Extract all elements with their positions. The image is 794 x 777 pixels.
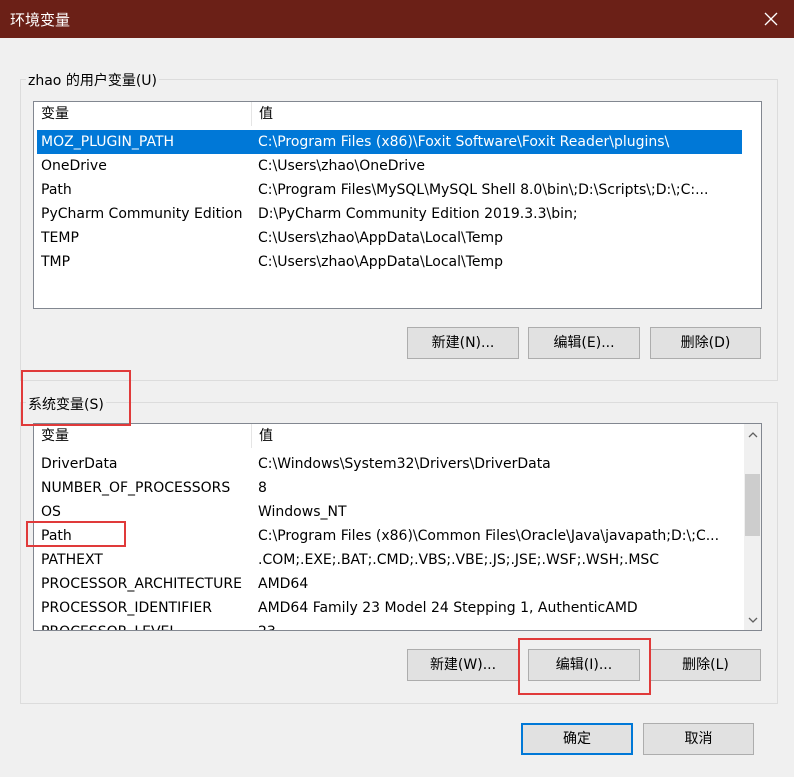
variable-value: C:\Program Files (x86)\Foxit Software\Fo… — [258, 134, 670, 150]
scroll-down-button[interactable] — [744, 611, 761, 628]
user-new-button[interactable]: 新建(N)... — [407, 327, 519, 359]
close-button[interactable] — [748, 0, 794, 38]
scroll-thumb[interactable] — [745, 474, 760, 536]
highlight-path-row — [26, 521, 126, 547]
highlight-system-label — [21, 370, 131, 426]
table-row[interactable]: PATHEXT .COM;.EXE;.BAT;.CMD;.VBS;.VBE;.JS… — [34, 548, 744, 572]
variable-value: C:\Users\zhao\AppData\Local\Temp — [258, 230, 504, 246]
variable-value: Windows_NT — [258, 504, 347, 520]
variable-value: .COM;.EXE;.BAT;.CMD;.VBS;.VBE;.JS;.JSE;.… — [258, 552, 660, 568]
variable-name: PROCESSOR_IDENTIFIER — [41, 600, 212, 616]
variable-name: NUMBER_OF_PROCESSORS — [41, 480, 231, 496]
variable-name: OneDrive — [41, 158, 107, 174]
table-row[interactable]: Path C:\Program Files\MySQL\MySQL Shell 8… — [34, 178, 739, 202]
ok-button[interactable]: 确定 — [521, 723, 633, 755]
table-row[interactable]: PyCharm Community Edition D:\PyCharm Comm… — [34, 202, 739, 226]
variable-name: PATHEXT — [41, 552, 103, 568]
title-bar: 环境变量 — [0, 0, 794, 38]
table-row[interactable]: MOZ_PLUGIN_PATH C:\Program Files (x86)\Fo… — [37, 130, 742, 154]
variable-name: PROCESSOR_LEVEL — [41, 620, 251, 630]
variable-value: C:\Program Files (x86)\Common Files\Orac… — [258, 528, 720, 544]
column-header-variable[interactable]: 变量 — [34, 102, 252, 126]
highlight-edit-button — [518, 638, 651, 695]
variable-value: D:\PyCharm Community Edition 2019.3.3\bi… — [258, 206, 578, 222]
table-row[interactable]: NUMBER_OF_PROCESSORS 8 — [34, 476, 744, 500]
variable-value: C:\Windows\System32\Drivers\DriverData — [258, 456, 551, 472]
variable-name: DriverData — [41, 456, 118, 472]
variable-name: PROCESSOR_ARCHITECTURE — [41, 576, 242, 592]
system-new-button[interactable]: 新建(W)... — [407, 649, 519, 681]
chevron-down-icon — [748, 617, 757, 623]
variable-value: AMD64 — [258, 576, 309, 592]
variable-name: PyCharm Community Edition — [41, 206, 243, 222]
variable-name: TMP — [41, 254, 71, 270]
variable-name: Path — [41, 182, 72, 198]
variable-value: AMD64 Family 23 Model 24 Stepping 1, Aut… — [258, 600, 638, 616]
variable-name: TEMP — [41, 230, 79, 246]
table-row[interactable]: OS Windows_NT — [34, 500, 744, 524]
list-header: 变量 值 — [34, 102, 761, 126]
variable-value: C:\Users\zhao\OneDrive — [258, 158, 426, 174]
variable-value: C:\Users\zhao\AppData\Local\Temp — [258, 254, 504, 270]
table-row[interactable]: PROCESSOR_LEVEL 23 — [34, 620, 744, 630]
cancel-button[interactable]: 取消 — [643, 723, 754, 755]
column-header-variable[interactable]: 变量 — [34, 424, 252, 448]
close-icon — [764, 12, 778, 26]
variable-value: C:\Program Files\MySQL\MySQL Shell 8.0\b… — [258, 182, 709, 198]
table-row[interactable]: DriverData C:\Windows\System32\Drivers\Dr… — [34, 452, 744, 476]
user-variables-label: zhao 的用户变量(U) — [26, 70, 159, 90]
table-row[interactable]: TEMP C:\Users\zhao\AppData\Local\Temp — [34, 226, 739, 250]
table-row[interactable]: PROCESSOR_IDENTIFIER AMD64 Family 23 Mode… — [34, 596, 744, 620]
table-row[interactable]: PROCESSOR_ARCHITECTURE AMD64 — [34, 572, 744, 596]
column-header-value[interactable]: 值 — [252, 424, 742, 448]
table-row[interactable]: Path C:\Program Files (x86)\Common Files\… — [34, 524, 744, 548]
table-row[interactable]: TMP C:\Users\zhao\AppData\Local\Temp — [34, 250, 739, 274]
system-variables-list[interactable]: 变量 值 DriverData C:\Windows\System32\Drive… — [33, 423, 762, 631]
user-variables-list[interactable]: 变量 值 MOZ_PLUGIN_PATH C:\Program Files (x8… — [33, 101, 762, 309]
scroll-up-button[interactable] — [744, 426, 761, 443]
user-delete-button[interactable]: 删除(D) — [650, 327, 761, 359]
variable-value: 8 — [258, 480, 267, 496]
table-row[interactable]: OneDrive C:\Users\zhao\OneDrive — [34, 154, 739, 178]
vertical-scrollbar[interactable] — [744, 424, 761, 630]
list-header: 变量 值 — [34, 424, 761, 448]
variable-name: MOZ_PLUGIN_PATH — [41, 134, 175, 150]
chevron-up-icon — [748, 431, 757, 437]
variable-value: 23 — [258, 620, 736, 630]
column-header-value[interactable]: 值 — [252, 102, 742, 126]
user-edit-button[interactable]: 编辑(E)... — [528, 327, 640, 359]
window-title: 环境变量 — [10, 11, 71, 29]
system-delete-button[interactable]: 删除(L) — [650, 649, 761, 681]
